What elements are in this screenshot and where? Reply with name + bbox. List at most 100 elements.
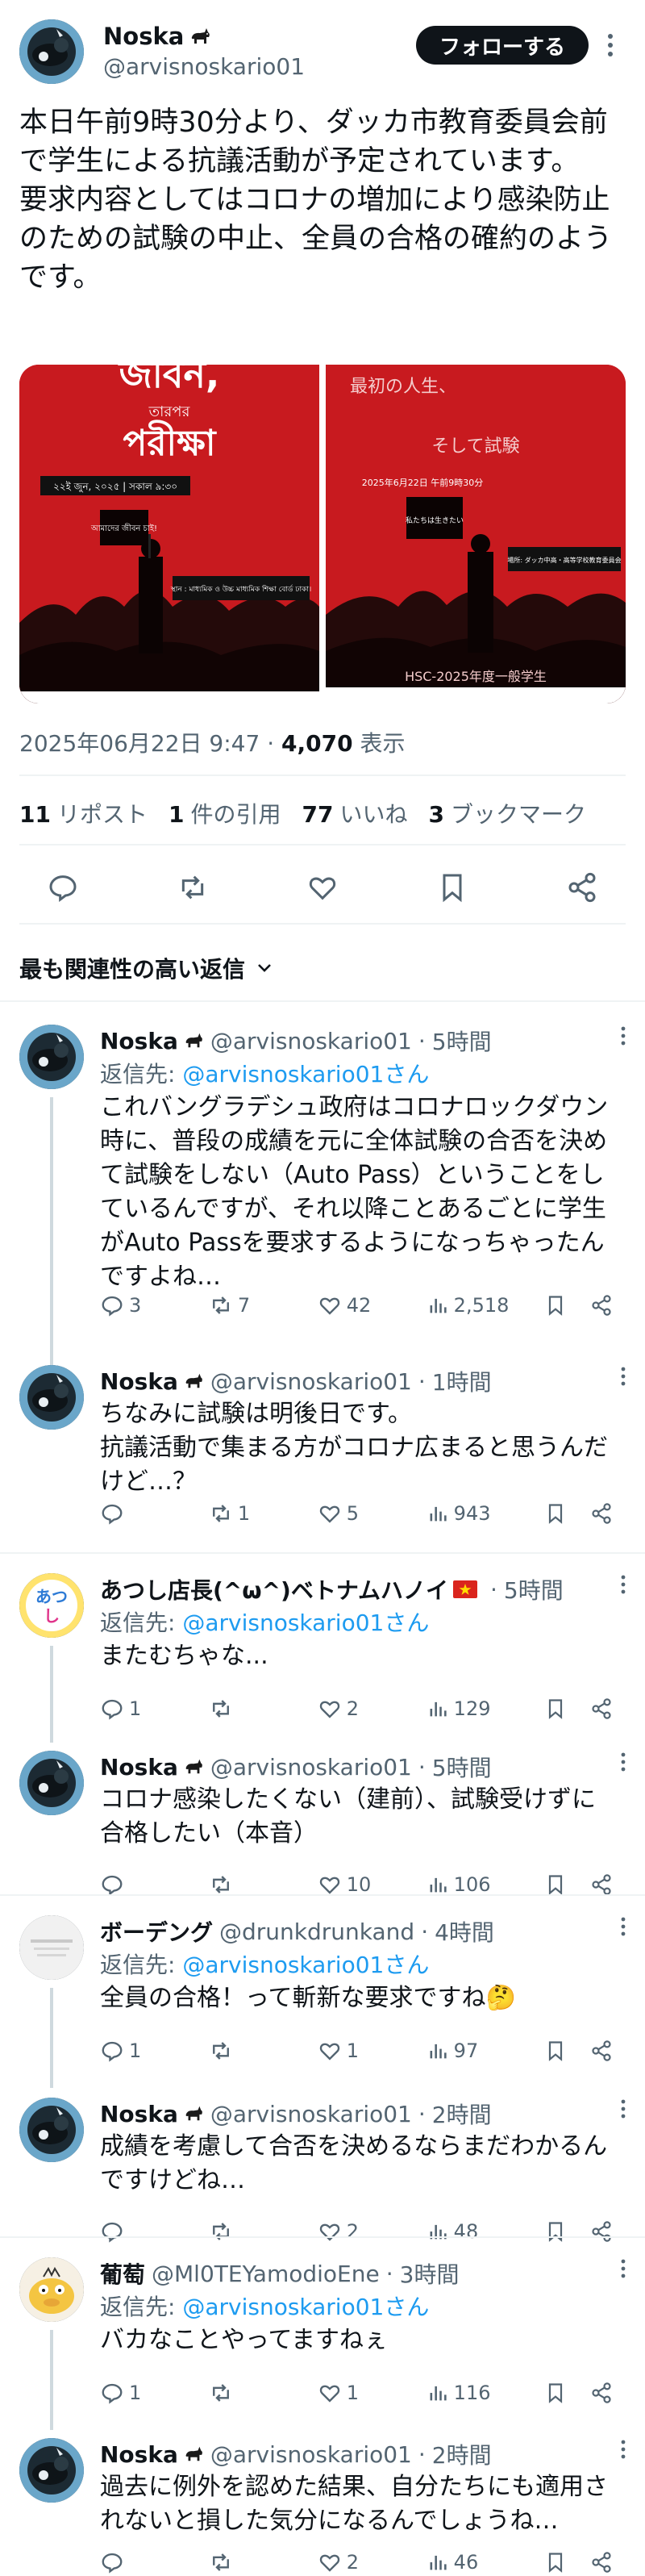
reply-share-button[interactable] — [590, 2220, 613, 2243]
reply-views-button[interactable]: 46 — [427, 2551, 545, 2574]
reply-reply-button[interactable] — [100, 1501, 209, 1526]
reply-author-name[interactable]: Noska — [100, 1028, 204, 1054]
reply-author-name[interactable]: Noska — [100, 2101, 204, 2127]
reply-share-button[interactable] — [590, 1502, 613, 1525]
reply-repost-button[interactable] — [209, 1873, 318, 1897]
reply-to-handle[interactable]: @arvisnoskario01さん — [182, 1061, 429, 1088]
reply-author-handle[interactable]: @arvisnoskario01 — [210, 2441, 412, 2468]
reply-time[interactable]: 1時間 — [432, 1365, 492, 1397]
reply-author-handle[interactable]: @arvisnoskario01 — [210, 1754, 412, 1781]
reply-bookmark-button[interactable] — [544, 2220, 590, 2243]
repost-icon[interactable] — [172, 866, 214, 908]
reply-views-button[interactable]: 106 — [427, 1873, 545, 1896]
reply-author-name[interactable]: あつし店長(^ω^)ベトナムハノイ — [100, 1573, 478, 1605]
reply-like-button[interactable]: 10 — [318, 1873, 427, 1897]
avatar[interactable] — [19, 1915, 84, 1980]
avatar[interactable] — [19, 1365, 84, 1430]
like-icon[interactable] — [302, 866, 343, 908]
reply-reply-button[interactable] — [100, 1873, 209, 1897]
post-image-japanese[interactable]: 最初の人生、 そして試験 2025年6月22日 午前9時30分 私たちは生きたい… — [326, 365, 626, 703]
reply-reply-button[interactable] — [100, 2550, 209, 2574]
reply-bookmark-button[interactable] — [544, 1294, 590, 1317]
reposts-stat[interactable]: 11 リポスト — [19, 797, 148, 829]
replies-sort-dropdown[interactable]: 最も関連性の高い返信 — [19, 952, 273, 984]
reply-bookmark-button[interactable] — [544, 1697, 590, 1720]
avatar[interactable] — [19, 2438, 84, 2503]
reply-bookmark-button[interactable] — [544, 2382, 590, 2404]
more-options-icon[interactable] — [621, 1367, 626, 1392]
reply-author-handle[interactable]: @Ml0TEYamodioEne — [152, 2261, 380, 2287]
more-options-icon[interactable] — [621, 1917, 626, 1942]
reply-views-button[interactable]: 943 — [427, 1502, 545, 1525]
reply-like-button[interactable]: 42 — [318, 1293, 427, 1317]
reply-share-button[interactable] — [590, 1697, 613, 1720]
reply-repost-button[interactable]: 1 — [209, 1501, 318, 1526]
follow-button[interactable]: フォローする — [416, 26, 589, 65]
share-icon[interactable] — [561, 866, 603, 908]
reply-author-name[interactable]: 葡萄 — [100, 2257, 145, 2290]
reply-icon[interactable] — [42, 866, 84, 908]
reply-repost-button[interactable] — [209, 2550, 318, 2574]
quotes-stat[interactable]: 1 件の引用 — [169, 797, 281, 829]
reply-author-handle[interactable]: @arvisnoskario01 — [210, 1368, 412, 1395]
bookmarks-stat[interactable]: 3 ブックマーク — [428, 797, 586, 829]
more-options-icon[interactable] — [621, 1752, 626, 1777]
reply-like-button[interactable]: 2 — [318, 2219, 427, 2244]
reply-like-button[interactable]: 5 — [318, 1501, 427, 1526]
reply-like-button[interactable]: 2 — [318, 1697, 427, 1721]
post-timestamp[interactable]: 2025年06月22日 9:47 — [19, 730, 260, 757]
reply-repost-button[interactable]: 7 — [209, 1293, 318, 1317]
reply-author-handle[interactable]: @arvisnoskario01 — [210, 2101, 412, 2127]
reply-repost-button[interactable] — [209, 1697, 318, 1721]
avatar[interactable] — [19, 1025, 84, 1089]
reply-time[interactable]: 5時間 — [432, 1025, 492, 1057]
reply-like-button[interactable]: 1 — [318, 2039, 427, 2063]
reply-share-button[interactable] — [590, 1873, 613, 1896]
reply-time[interactable]: 3時間 — [400, 2257, 460, 2290]
reply-views-button[interactable]: 2,518 — [427, 1294, 545, 1317]
reply-time[interactable]: 2時間 — [432, 2098, 492, 2130]
reply-reply-button[interactable] — [100, 2219, 209, 2244]
author-handle[interactable]: @arvisnoskario01 — [103, 53, 305, 80]
reply-reply-button[interactable]: 1 — [100, 2381, 209, 2405]
avatar[interactable] — [19, 1751, 84, 1815]
reply-share-button[interactable] — [590, 2382, 613, 2404]
likes-stat[interactable]: 77 いいね — [302, 797, 407, 829]
reply-time[interactable]: 5時間 — [504, 1573, 564, 1605]
reply-bookmark-button[interactable] — [544, 2551, 590, 2574]
reply-author-handle[interactable]: @drunkdrunkand — [219, 1918, 414, 1945]
more-options-icon[interactable] — [621, 2259, 626, 2284]
reply-share-button[interactable] — [590, 2551, 613, 2574]
reply-repost-button[interactable] — [209, 2219, 318, 2244]
reply-to-handle[interactable]: @arvisnoskario01さん — [182, 2294, 429, 2320]
reply-author-handle[interactable]: @arvisnoskario01 — [210, 1028, 412, 1054]
bookmark-icon[interactable] — [431, 866, 473, 908]
reply-bookmark-button[interactable] — [544, 2040, 590, 2062]
reply-author-name[interactable]: Noska — [100, 2441, 204, 2468]
reply-time[interactable]: 5時間 — [432, 1751, 492, 1783]
more-options-icon[interactable] — [598, 31, 622, 60]
reply-to-handle[interactable]: @arvisnoskario01さん — [182, 1952, 429, 1978]
avatar[interactable] — [19, 19, 84, 84]
reply-to-handle[interactable]: @arvisnoskario01さん — [182, 1609, 429, 1636]
more-options-icon[interactable] — [621, 1575, 626, 1600]
reply-views-button[interactable]: 129 — [427, 1697, 545, 1720]
reply-bookmark-button[interactable] — [544, 1502, 590, 1525]
more-options-icon[interactable] — [621, 2099, 626, 2124]
reply-share-button[interactable] — [590, 2040, 613, 2062]
avatar[interactable] — [19, 2257, 84, 2322]
reply-views-button[interactable]: 116 — [427, 2382, 545, 2404]
more-options-icon[interactable] — [621, 2440, 626, 2465]
avatar[interactable]: あつし — [19, 1573, 84, 1638]
reply-like-button[interactable]: 1 — [318, 2381, 427, 2405]
more-options-icon[interactable] — [621, 1026, 626, 1051]
reply-repost-button[interactable] — [209, 2039, 318, 2063]
reply-author-name[interactable]: Noska — [100, 1754, 204, 1781]
reply-share-button[interactable] — [590, 1294, 613, 1317]
reply-reply-button[interactable]: 1 — [100, 1697, 209, 1721]
reply-reply-button[interactable]: 3 — [100, 1293, 209, 1317]
author-name[interactable]: Noska — [103, 23, 211, 50]
reply-views-button[interactable]: 48 — [427, 2220, 545, 2243]
avatar[interactable] — [19, 2098, 84, 2162]
reply-bookmark-button[interactable] — [544, 1873, 590, 1896]
